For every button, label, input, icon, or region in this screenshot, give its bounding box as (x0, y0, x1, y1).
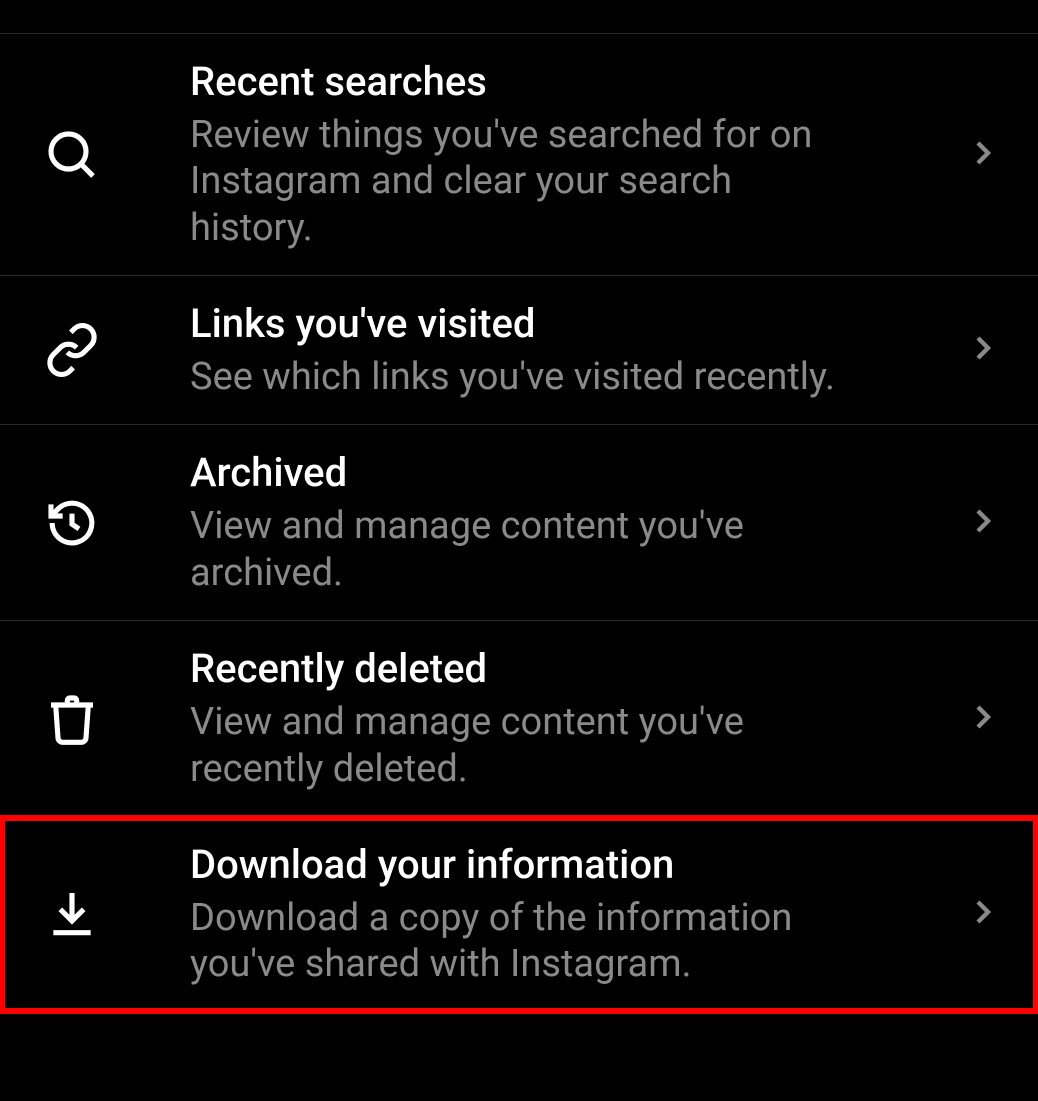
item-text: Archived View and manage content you've … (190, 449, 944, 596)
item-title: Links you've visited (190, 300, 944, 348)
item-text: Links you've visited See which links you… (190, 300, 944, 400)
item-title: Download your information (190, 841, 944, 889)
item-subtitle: View and manage content you've recently … (190, 699, 850, 792)
chevron-right-icon (968, 333, 998, 367)
item-text: Recently deleted View and manage content… (190, 645, 944, 792)
item-title: Recently deleted (190, 645, 944, 693)
item-text: Download your information Download a cop… (190, 841, 944, 988)
item-subtitle: View and manage content you've archived. (190, 503, 850, 596)
item-subtitle: Download a copy of the information you'v… (190, 895, 850, 988)
item-archived[interactable]: Archived View and manage content you've … (0, 424, 1038, 620)
download-icon (42, 884, 102, 944)
trash-icon (42, 689, 102, 749)
chevron-right-icon (968, 506, 998, 540)
chevron-right-icon (968, 138, 998, 172)
item-text: Recent searches Review things you've sea… (190, 58, 944, 251)
item-subtitle: Review things you've searched for on Ins… (190, 112, 850, 251)
item-download-information[interactable]: Download your information Download a cop… (0, 816, 1038, 1013)
item-recent-searches[interactable]: Recent searches Review things you've sea… (0, 33, 1038, 275)
settings-list: Recent searches Review things you've sea… (0, 0, 1038, 1013)
chevron-right-icon (968, 897, 998, 931)
item-title: Archived (190, 449, 944, 497)
search-icon (42, 125, 102, 185)
link-icon (42, 320, 102, 380)
archive-icon (42, 493, 102, 553)
item-title: Recent searches (190, 58, 944, 106)
chevron-right-icon (968, 702, 998, 736)
item-subtitle: See which links you've visited recently. (190, 354, 850, 400)
item-links-visited[interactable]: Links you've visited See which links you… (0, 275, 1038, 424)
item-recently-deleted[interactable]: Recently deleted View and manage content… (0, 620, 1038, 816)
